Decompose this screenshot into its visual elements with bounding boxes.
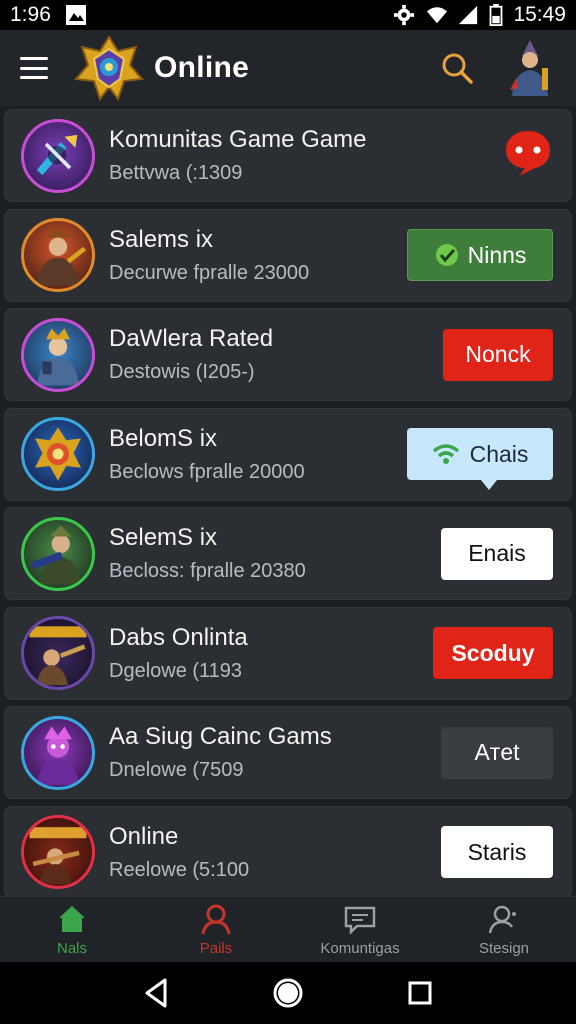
list-item[interactable]: Salems ix Decurwe fpralle 23000 Ninns bbox=[4, 208, 572, 302]
wifi-icon bbox=[425, 4, 448, 26]
game-avatar-icon bbox=[21, 317, 95, 392]
button-label: Staris bbox=[467, 838, 527, 865]
bottom-navigation: Nals Pails Komuntigas Stesign bbox=[0, 896, 576, 962]
game-avatar-icon bbox=[21, 715, 95, 790]
back-icon[interactable] bbox=[139, 976, 173, 1010]
nav-label: Komuntigas bbox=[320, 940, 400, 957]
status-time-right: 15:49 bbox=[513, 3, 566, 26]
staris-button[interactable]: Staris bbox=[441, 826, 553, 878]
hamburger-menu-icon[interactable] bbox=[20, 57, 48, 79]
row-title: Dabs Onlinta bbox=[109, 623, 248, 651]
image-notification-icon bbox=[65, 4, 87, 26]
nav-label: Pails bbox=[199, 940, 233, 957]
list-item[interactable]: Dabs Onlinta Dgelowe (1193 Scoduy bbox=[4, 606, 572, 700]
button-label: Ninns bbox=[467, 241, 527, 268]
battery-icon bbox=[489, 4, 503, 26]
atet-button[interactable]: Aтet bbox=[441, 726, 553, 779]
chat-icon bbox=[344, 906, 376, 936]
app-title: Online bbox=[154, 51, 250, 84]
game-avatar-icon bbox=[21, 815, 95, 889]
signal-icon bbox=[457, 4, 479, 26]
nav-item-nals[interactable]: Nals bbox=[0, 897, 144, 962]
nav-label: Stesign bbox=[478, 940, 530, 957]
row-subtitle: Beclows fpralle 20000 bbox=[109, 460, 305, 483]
app-logo-emblem-icon bbox=[74, 35, 144, 102]
system-navigation-bar bbox=[0, 962, 576, 1024]
list-item[interactable]: Komunitas Game Game Bettvwa (:1309 bbox=[4, 109, 572, 202]
status-bar: 1:96 15:49 bbox=[0, 0, 576, 30]
search-icon[interactable] bbox=[440, 51, 474, 85]
enais-button[interactable]: Enais bbox=[441, 527, 553, 580]
row-subtitle: Dnelowe (7509 bbox=[109, 759, 244, 781]
home-circle-icon[interactable] bbox=[271, 976, 305, 1010]
row-title: SelemS ix bbox=[109, 524, 218, 551]
user-icon bbox=[201, 904, 231, 935]
status-time-left: 1:96 bbox=[10, 3, 51, 26]
game-avatar-icon bbox=[21, 118, 95, 193]
row-subtitle: Decurwe fpralle 23000 bbox=[109, 261, 310, 284]
button-label: Enais bbox=[468, 540, 526, 566]
row-title: Aa Siug Cainc Gams bbox=[109, 723, 332, 750]
row-subtitle: Dgelowe (1193 bbox=[109, 659, 243, 682]
check-icon bbox=[435, 244, 458, 266]
chat-bubble-icon[interactable] bbox=[503, 128, 553, 183]
row-title: Online bbox=[109, 822, 179, 850]
row-subtitle: Reelowe (5:100 bbox=[109, 858, 250, 881]
list-item[interactable]: SelemS ix Becloss: fpralle 20380 Enais bbox=[4, 507, 572, 600]
home-icon bbox=[59, 906, 85, 932]
row-title: Salems ix bbox=[109, 225, 214, 253]
nav-item-stesign[interactable]: Stesign bbox=[432, 897, 576, 962]
button-label: Aтet bbox=[474, 739, 520, 765]
game-avatar-icon bbox=[21, 218, 95, 292]
game-avatar-icon bbox=[21, 516, 95, 591]
button-label: Scoduy bbox=[451, 639, 535, 666]
ninns-button[interactable]: Ninns bbox=[407, 229, 553, 281]
row-subtitle: Destowis (I205-) bbox=[109, 361, 255, 383]
settings-gear-icon bbox=[393, 4, 415, 26]
game-avatar-icon bbox=[21, 616, 95, 690]
app-bar: Online bbox=[0, 30, 576, 106]
nav-label: Nals bbox=[56, 940, 87, 957]
list-item[interactable]: Online Reelowe (5:100 Staris bbox=[4, 805, 572, 899]
list-item[interactable]: DaWlera Rated Destowis (I205-) Nonck bbox=[4, 308, 572, 401]
row-title: Komunitas Game Game bbox=[109, 126, 367, 153]
button-label: Chais bbox=[469, 440, 529, 467]
profile-avatar[interactable] bbox=[504, 38, 556, 98]
row-title: DaWlera Rated bbox=[109, 325, 274, 352]
button-label: Nonck bbox=[465, 341, 531, 367]
list-item[interactable]: Aa Siug Cainc Gams Dnelowe (7509 Aтet bbox=[4, 706, 572, 799]
nav-item-pails[interactable]: Pails bbox=[144, 897, 288, 962]
row-subtitle: Becloss: fpralle 20380 bbox=[109, 560, 306, 582]
wifi-icon bbox=[432, 444, 459, 464]
nav-item-komuntigas[interactable]: Komuntigas bbox=[288, 897, 432, 962]
game-list: Komunitas Game Game Bettvwa (:1309 Salem… bbox=[0, 106, 576, 899]
chais-button[interactable]: Chais bbox=[407, 428, 553, 490]
game-avatar-icon bbox=[21, 417, 95, 491]
row-title: BelomS ix bbox=[109, 424, 218, 452]
profile-search-icon bbox=[488, 905, 516, 934]
recents-square-icon[interactable] bbox=[403, 976, 437, 1010]
scoduy-button[interactable]: Scoduy bbox=[433, 627, 553, 679]
row-subtitle: Bettvwa (:1309 bbox=[109, 162, 243, 184]
nonck-button[interactable]: Nonck bbox=[443, 328, 553, 381]
list-item[interactable]: BelomS ix Beclows fpralle 20000 Chais bbox=[4, 407, 572, 501]
